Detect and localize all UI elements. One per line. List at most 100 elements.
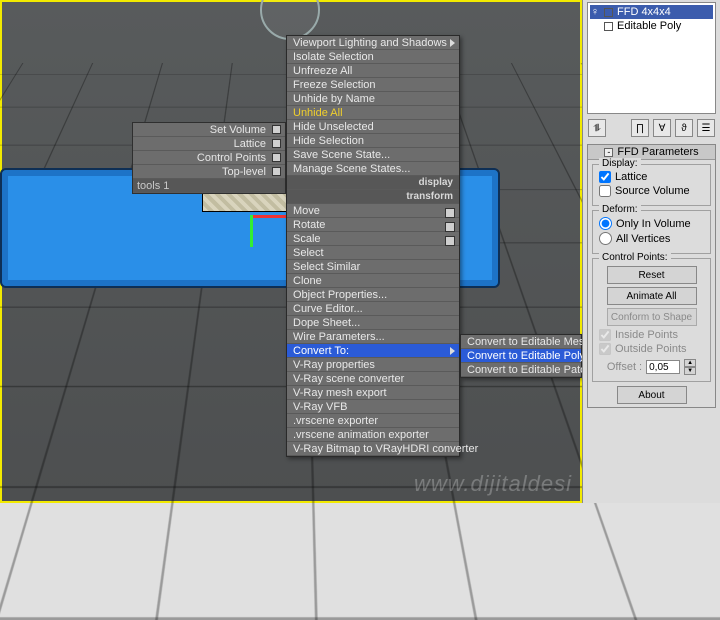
lattice-checkbox[interactable]: Lattice: [599, 171, 704, 183]
flyout-item-convert-to-editable-patch[interactable]: Convert to Editable Patch: [461, 363, 581, 377]
configure-sets-icon[interactable]: ☰: [697, 119, 715, 137]
stack-expand-icon[interactable]: [604, 8, 613, 17]
show-end-result-icon[interactable]: ∏: [631, 119, 649, 137]
only-in-volume-radio[interactable]: Only In Volume: [599, 217, 704, 230]
menu-item-v-ray-mesh-export[interactable]: V-Ray mesh export: [287, 386, 459, 400]
only-in-volume-label: Only In Volume: [616, 218, 691, 230]
submenu-arrow-icon: [450, 347, 455, 355]
menu-checkbox-icon[interactable]: [445, 222, 455, 232]
context-title-transform: transform: [287, 190, 459, 204]
menu-item-label: Unhide All: [293, 107, 343, 119]
menu-item-vrscene-animation-exporter[interactable]: .vrscene animation exporter: [287, 428, 459, 442]
deform-group-label: Deform:: [599, 204, 641, 215]
menu-item-save-scene-state[interactable]: Save Scene State...: [287, 148, 459, 162]
quad-item-label: Top-level: [222, 166, 266, 178]
rollout-title: FFD Parameters: [617, 146, 698, 158]
menu-item-v-ray-vfb[interactable]: V-Ray VFB: [287, 400, 459, 414]
menu-item-label: Unhide by Name: [293, 93, 375, 105]
quad-item-label: Control Points: [197, 152, 266, 164]
viewcube-icon[interactable]: [260, 0, 320, 40]
ffd-rollout: - FFD Parameters Display: Lattice Source…: [587, 144, 716, 408]
stack-bulb-icon[interactable]: ♀: [590, 6, 600, 18]
menu-item-hide-selection[interactable]: Hide Selection: [287, 134, 459, 148]
flyout-item-convert-to-editable-mesh[interactable]: Convert to Editable Mesh: [461, 335, 581, 349]
quad-checkbox-icon[interactable]: [272, 139, 281, 148]
menu-item-label: Manage Scene States...: [293, 163, 410, 175]
flyout-item-convert-to-editable-poly[interactable]: Convert to Editable Poly: [461, 349, 581, 363]
menu-item-scale[interactable]: Scale: [287, 232, 459, 246]
menu-item-label: V-Ray properties: [293, 359, 375, 371]
menu-item-select-similar[interactable]: Select Similar: [287, 260, 459, 274]
quad-item-set-volume[interactable]: Set Volume: [133, 123, 285, 137]
menu-item-convert-to[interactable]: Convert To:: [287, 344, 459, 358]
quad-item-top-level[interactable]: Top-level: [133, 165, 285, 179]
all-vertices-radio[interactable]: All Vertices: [599, 232, 704, 245]
stack-row-ffd-4x4x4[interactable]: ♀FFD 4x4x4: [590, 5, 713, 19]
modifier-stack[interactable]: ♀FFD 4x4x4Editable Poly: [587, 2, 716, 114]
quad-item-lattice[interactable]: Lattice: [133, 137, 285, 151]
source-volume-input[interactable]: [599, 185, 611, 197]
menu-item-label: .vrscene exporter: [293, 415, 378, 427]
inside-points-input: [599, 329, 611, 341]
menu-item-rotate[interactable]: Rotate: [287, 218, 459, 232]
menu-item-label: Select Similar: [293, 261, 360, 273]
menu-item-v-ray-bitmap-to-vrayhdri-converter[interactable]: V-Ray Bitmap to VRayHDRI converter: [287, 442, 459, 456]
quad-checkbox-icon[interactable]: [272, 125, 281, 134]
outside-points-label: Outside Points: [615, 343, 687, 355]
menu-item-label: V-Ray scene converter: [293, 373, 404, 385]
submenu-arrow-icon: [450, 39, 455, 47]
source-volume-label: Source Volume: [615, 185, 690, 197]
flyout-item-label: Convert to Editable Mesh: [467, 336, 591, 348]
collapse-icon[interactable]: -: [604, 148, 613, 157]
stack-row-editable-poly[interactable]: Editable Poly: [590, 19, 713, 33]
menu-item-unhide-all[interactable]: Unhide All: [287, 106, 459, 120]
menu-item-object-properties[interactable]: Object Properties...: [287, 288, 459, 302]
about-button[interactable]: About: [617, 386, 687, 404]
quad-item-label: Lattice: [234, 138, 266, 150]
lattice-label: Lattice: [615, 171, 647, 183]
source-volume-checkbox[interactable]: Source Volume: [599, 185, 704, 197]
menu-item-hide-unselected[interactable]: Hide Unselected: [287, 120, 459, 134]
quad-checkbox-icon[interactable]: [272, 167, 281, 176]
quad-item-control-points[interactable]: Control Points: [133, 151, 285, 165]
flyout-item-label: Convert to Editable Poly: [467, 350, 585, 362]
menu-item-curve-editor[interactable]: Curve Editor...: [287, 302, 459, 316]
context-menu: Viewport Lighting and ShadowsIsolate Sel…: [286, 35, 460, 457]
quad-checkbox-icon[interactable]: [272, 153, 281, 162]
make-unique-icon[interactable]: ∀: [653, 119, 671, 137]
menu-item-dope-sheet[interactable]: Dope Sheet...: [287, 316, 459, 330]
menu-item-move[interactable]: Move: [287, 204, 459, 218]
menu-item-unhide-by-name[interactable]: Unhide by Name: [287, 92, 459, 106]
menu-item-unfreeze-all[interactable]: Unfreeze All: [287, 64, 459, 78]
menu-item-v-ray-scene-converter[interactable]: V-Ray scene converter: [287, 372, 459, 386]
menu-item-clone[interactable]: Clone: [287, 274, 459, 288]
menu-checkbox-icon[interactable]: [445, 236, 455, 246]
menu-item-label: Save Scene State...: [293, 149, 390, 161]
only-in-volume-input[interactable]: [599, 217, 612, 230]
menu-item-label: Freeze Selection: [293, 79, 376, 91]
deform-group: Deform: Only In Volume All Vertices: [592, 210, 711, 254]
remove-modifier-icon[interactable]: ϑ: [675, 119, 693, 137]
offset-spinner[interactable]: ▲▼: [684, 359, 696, 375]
menu-item-select[interactable]: Select: [287, 246, 459, 260]
stack-row-label: Editable Poly: [617, 20, 681, 32]
menu-item-label: Hide Unselected: [293, 121, 374, 133]
reset-button[interactable]: Reset: [607, 266, 697, 284]
lattice-checkbox-input[interactable]: [599, 171, 611, 183]
command-panel: ♀FFD 4x4x4Editable Poly ⥮ ∏ ∀ ϑ ☰ - FFD …: [582, 0, 720, 503]
menu-item-v-ray-properties[interactable]: V-Ray properties: [287, 358, 459, 372]
animate-all-button[interactable]: Animate All: [607, 287, 697, 305]
menu-item-label: Rotate: [293, 219, 325, 231]
all-vertices-input[interactable]: [599, 232, 612, 245]
stack-expand-icon[interactable]: [604, 22, 613, 31]
menu-item-wire-parameters[interactable]: Wire Parameters...: [287, 330, 459, 344]
menu-item-isolate-selection[interactable]: Isolate Selection: [287, 50, 459, 64]
menu-item-manage-scene-states[interactable]: Manage Scene States...: [287, 162, 459, 176]
pin-stack-icon[interactable]: ⥮: [588, 119, 606, 137]
menu-item-vrscene-exporter[interactable]: .vrscene exporter: [287, 414, 459, 428]
menu-item-freeze-selection[interactable]: Freeze Selection: [287, 78, 459, 92]
convert-to-flyout: Convert to Editable MeshConvert to Edita…: [460, 334, 582, 378]
menu-item-viewport-lighting-and-shadows[interactable]: Viewport Lighting and Shadows: [287, 36, 459, 50]
menu-checkbox-icon[interactable]: [445, 208, 455, 218]
offset-input[interactable]: [646, 360, 680, 374]
